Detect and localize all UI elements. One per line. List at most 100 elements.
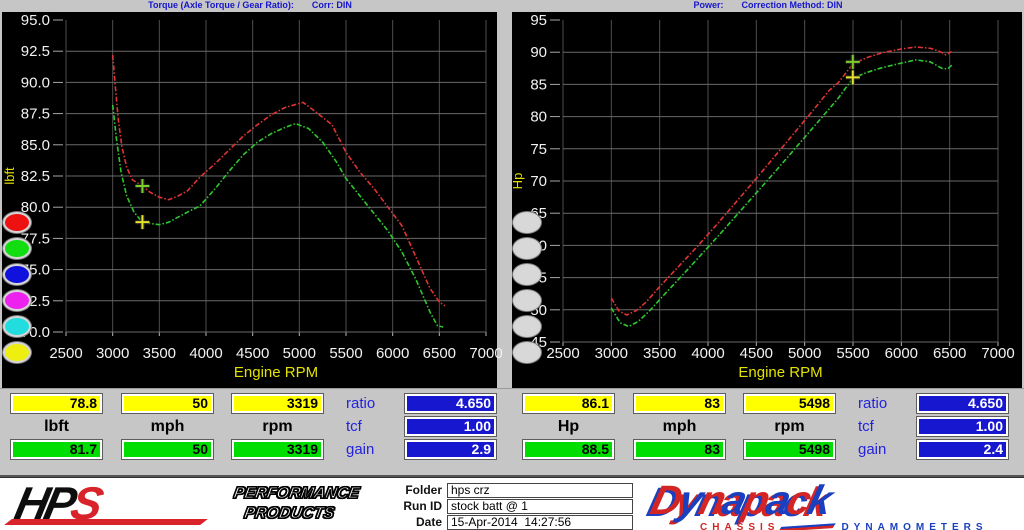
tcf-value-cell: 1.00: [404, 416, 497, 437]
run-button-5[interactable]: [3, 316, 31, 337]
ratio-label: ratio: [346, 393, 398, 414]
chart-area: 2500 3000 3500 4000 4500 5000 5500 6000 6500 7000…: [0, 12, 1024, 388]
svg-text:7000: 7000: [469, 345, 502, 362]
run-id-row: Run ID stock batt @ 1: [390, 499, 633, 515]
gain-value-cell: 2.9: [404, 439, 497, 460]
torque-run-mph-cell: 50: [121, 439, 214, 460]
svg-text:3000: 3000: [96, 345, 129, 362]
torque-chart-canvas[interactable]: 2500300035004000450050005500600065007000…: [2, 12, 497, 388]
dynapack-swoosh: [779, 523, 837, 530]
power-run-rpm-cell: 5498: [743, 439, 836, 460]
svg-text:3000: 3000: [595, 345, 628, 362]
svg-text:80: 80: [530, 109, 547, 126]
run-button-2[interactable]: [3, 238, 31, 259]
date-label: Date: [390, 515, 442, 530]
chart-title-strip: Torque (Axle Torque / Gear Ratio): Corr: …: [0, 0, 1024, 12]
torque-chart-panel[interactable]: 2500300035004000450050005500600065007000…: [2, 12, 497, 388]
dynapack-logo-subtext: CHASSIS DYNAMOMETERS: [700, 522, 988, 530]
torque-correction-text: Corr: DIN: [312, 0, 352, 10]
run-id-input[interactable]: stock batt @ 1: [447, 499, 633, 514]
torque-unit-label: lbft: [10, 416, 103, 437]
ratio-label: ratio: [858, 393, 910, 414]
svg-text:85.0: 85.0: [21, 137, 50, 154]
date-input[interactable]: 15-Apr-2014 14:27:56: [447, 515, 633, 530]
svg-text:95: 95: [530, 12, 547, 29]
svg-text:5000: 5000: [788, 345, 821, 362]
power-cursor-rpm-cell: 5498: [743, 393, 836, 414]
hps-logo: HPS: [12, 482, 104, 524]
svg-text:90: 90: [530, 44, 547, 61]
torque-chart-title: Torque (Axle Torque / Gear Ratio): Corr: …: [0, 0, 500, 12]
svg-text:90.0: 90.0: [21, 74, 50, 91]
run-info-fields: Folderhps crz Run ID stock batt @ 1 Date 1…: [390, 483, 633, 530]
run-button-1[interactable]: [513, 212, 541, 233]
svg-text:2500: 2500: [49, 345, 82, 362]
power-cursor-mph-cell: 83: [633, 393, 726, 414]
run-button-4[interactable]: [513, 290, 541, 311]
power-run-mph-cell: 83: [633, 439, 726, 460]
gain-label: gain: [346, 439, 398, 460]
dynapack-dynamometers-text: DYNAMOMETERS: [841, 522, 987, 530]
ratio-value-cell: 4.650: [916, 393, 1009, 414]
run-button-3[interactable]: [3, 264, 31, 285]
svg-text:87.5: 87.5: [21, 106, 50, 123]
gain-value-cell: 2.4: [916, 439, 1009, 460]
hps-products-text: PRODUCTS: [242, 504, 357, 524]
ratio-value-cell: 4.650: [404, 393, 497, 414]
torque-run-value-cell: 81.7: [10, 439, 103, 460]
mph-unit-label: mph: [633, 416, 726, 437]
svg-text:6500: 6500: [933, 345, 966, 362]
svg-text:5500: 5500: [836, 345, 869, 362]
run-button-1[interactable]: [3, 212, 31, 233]
tcf-label: tcf: [858, 416, 910, 437]
svg-text:95.0: 95.0: [21, 12, 50, 29]
svg-text:6000: 6000: [885, 345, 918, 362]
svg-text:4000: 4000: [691, 345, 724, 362]
run-button-2[interactable]: [513, 238, 541, 259]
svg-text:4500: 4500: [236, 345, 269, 362]
svg-text:92.5: 92.5: [21, 43, 50, 60]
gain-label: gain: [858, 439, 910, 460]
run-button-4[interactable]: [3, 290, 31, 311]
svg-text:70: 70: [530, 173, 547, 190]
x-axis-title: Engine RPM: [234, 364, 318, 381]
torque-readout-table: 78.8 50 3319 ratio 4.650 lbft mph rpm tc…: [0, 389, 506, 476]
run-button-5[interactable]: [513, 316, 541, 337]
power-correction-text: Correction Method: DIN: [742, 0, 843, 10]
run-button-6[interactable]: [3, 342, 31, 363]
torque-cursor-value-cell: 78.8: [10, 393, 103, 414]
y-axis-title: lbft: [2, 167, 17, 185]
power-title-text: Power:: [693, 0, 723, 10]
folder-row: Folderhps crz: [390, 483, 633, 499]
rpm-unit-label: rpm: [231, 416, 324, 437]
torque-run-rpm-cell: 3319: [231, 439, 324, 460]
x-axis-title: Engine RPM: [738, 364, 822, 381]
run-button-3[interactable]: [513, 264, 541, 285]
mph-unit-label: mph: [121, 416, 214, 437]
svg-text:3500: 3500: [143, 345, 176, 362]
svg-text:2500: 2500: [546, 345, 579, 362]
torque-cursor-mph-cell: 50: [121, 393, 214, 414]
torque-cursor-rpm-cell: 3319: [231, 393, 324, 414]
power-readout-table: 86.1 83 5498 ratio 4.650 Hp mph rpm tcf …: [512, 389, 1018, 476]
power-chart-panel[interactable]: 2500300035004000450050005500600065007000…: [512, 12, 1022, 388]
power-run-value-cell: 88.5: [522, 439, 615, 460]
folder-input[interactable]: hps crz: [447, 483, 633, 498]
svg-text:85: 85: [530, 76, 547, 93]
svg-text:5000: 5000: [283, 345, 316, 362]
svg-text:6500: 6500: [423, 345, 456, 362]
svg-text:6000: 6000: [376, 345, 409, 362]
svg-text:3500: 3500: [643, 345, 676, 362]
hps-logo-subtext: PERFORMANCE PRODUCTS: [228, 484, 360, 524]
run-button-6[interactable]: [513, 342, 541, 363]
svg-text:4500: 4500: [740, 345, 773, 362]
dynapack-logo: Dynapack: [647, 478, 836, 522]
readout-tables: 78.8 50 3319 ratio 4.650 lbft mph rpm tc…: [0, 388, 1024, 477]
tcf-value-cell: 1.00: [916, 416, 1009, 437]
power-chart-canvas[interactable]: 2500300035004000450050005500600065007000…: [512, 12, 1022, 388]
power-unit-label: Hp: [522, 416, 615, 437]
svg-text:75: 75: [530, 141, 547, 158]
date-row: Date 15-Apr-2014 14:27:56: [390, 515, 633, 530]
torque-title-text: Torque (Axle Torque / Gear Ratio):: [148, 0, 294, 10]
run-id-label: Run ID: [390, 499, 442, 514]
